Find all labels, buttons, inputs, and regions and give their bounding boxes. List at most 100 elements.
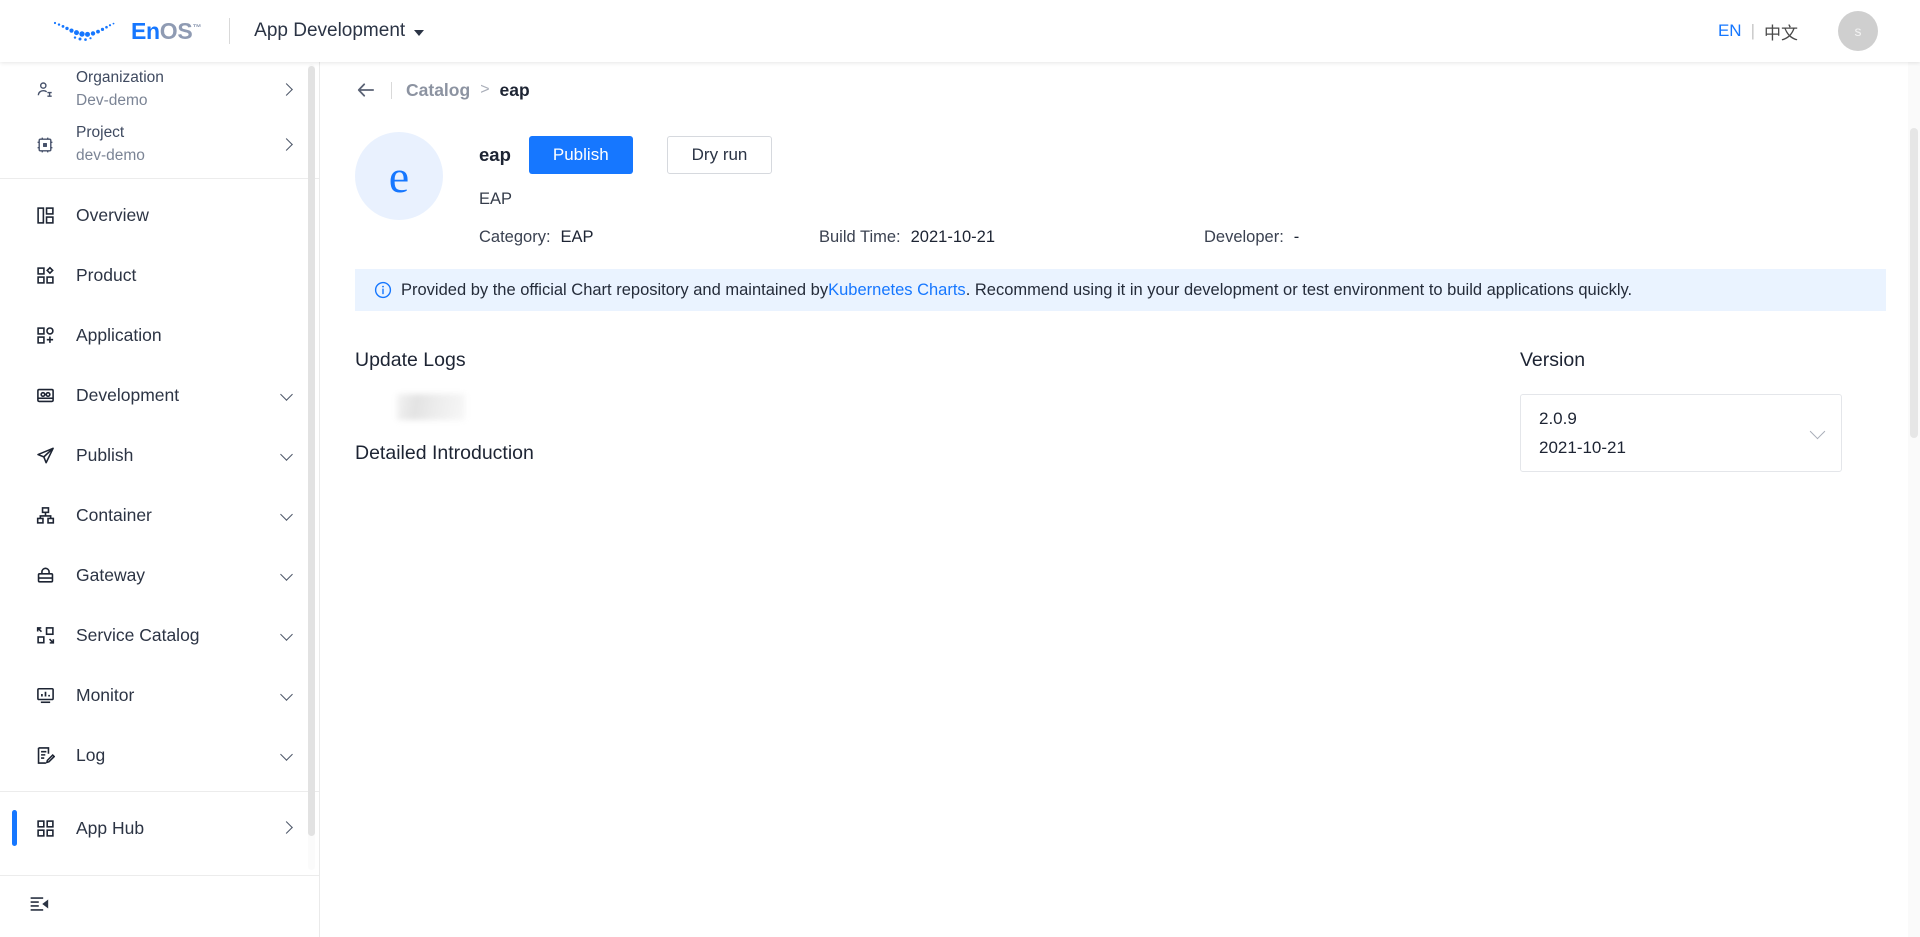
sidebar-item-overview[interactable]: Overview: [0, 185, 319, 245]
sidebar-label-container: Container: [76, 505, 152, 526]
notice-text-before: Provided by the official Chart repositor…: [401, 281, 828, 300]
monitor-icon: [34, 686, 56, 705]
overview-icon: [34, 206, 56, 225]
sidebar-label-application: Application: [76, 325, 162, 346]
lang-separator: |: [1751, 21, 1755, 41]
version-number: 2.0.9: [1539, 409, 1626, 429]
version-title: Version: [1520, 349, 1850, 372]
language-switcher: EN | 中文: [1718, 19, 1798, 44]
app-description: EAP: [479, 190, 1899, 209]
sidebar-divider: [0, 178, 319, 179]
notice-text-after: . Recommend using it in your development…: [966, 281, 1632, 300]
detailed-introduction-title: Detailed Introduction: [355, 442, 1495, 465]
publish-button[interactable]: Publish: [529, 136, 633, 174]
chevron-down-icon: [282, 566, 291, 584]
page-scrollbar-thumb[interactable]: [1910, 128, 1918, 438]
project-icon: [34, 135, 56, 155]
sidebar-item-app-hub[interactable]: App Hub: [0, 798, 319, 858]
chevron-down-icon: [282, 506, 291, 524]
avatar-initial: s: [1855, 23, 1862, 39]
sidebar-item-service-catalog[interactable]: Service Catalog: [0, 605, 319, 665]
sidebar-label-app-hub: App Hub: [76, 818, 144, 839]
project-text-block: Project dev-demo: [76, 123, 145, 167]
chevron-down-icon: [282, 686, 291, 704]
fact-category-label: Category:: [479, 228, 551, 247]
logo-text-en: En: [131, 18, 160, 44]
sidebar-label-log: Log: [76, 745, 105, 766]
application-icon: [34, 326, 56, 345]
breadcrumb-separator: >: [480, 81, 489, 99]
development-icon: [34, 386, 56, 405]
sidebar-label-development: Development: [76, 385, 179, 406]
sidebar-label-service-catalog: Service Catalog: [76, 625, 200, 646]
version-select[interactable]: 2.0.9 2021-10-21: [1520, 394, 1842, 472]
app-switcher-label: App Development: [254, 20, 405, 42]
breadcrumb-divider: [391, 82, 392, 99]
lang-en-option[interactable]: EN: [1718, 21, 1742, 41]
log-icon: [34, 746, 56, 765]
info-banner: Provided by the official Chart repositor…: [355, 269, 1886, 311]
kubernetes-charts-link[interactable]: Kubernetes Charts: [828, 281, 966, 300]
project-title: Project: [76, 123, 145, 144]
breadcrumb-parent-link[interactable]: Catalog: [406, 80, 470, 101]
caret-down-icon: [414, 30, 424, 36]
sidebar-item-development[interactable]: Development: [0, 365, 319, 425]
chevron-down-icon: [1810, 423, 1826, 439]
app-name: eap: [479, 144, 511, 166]
enos-logo[interactable]: EnOS™: [50, 18, 201, 45]
sidebar-label-publish: Publish: [76, 445, 133, 466]
sidebar-item-product[interactable]: Product: [0, 245, 319, 305]
collapse-sidebar-icon[interactable]: [28, 893, 50, 920]
sidebar-footer: [0, 875, 319, 937]
sidebar-item-project[interactable]: Project dev-demo: [0, 117, 319, 172]
chevron-right-icon: [282, 819, 291, 837]
app-facts-row: Category: EAP Build Time: 2021-10-21 Dev…: [479, 228, 1899, 247]
project-subtitle: dev-demo: [76, 146, 145, 167]
header-right-tools: EN | 中文 s: [1718, 11, 1878, 51]
app-switcher[interactable]: App Development: [254, 20, 424, 42]
container-icon: [34, 506, 56, 525]
user-avatar[interactable]: s: [1838, 11, 1878, 51]
update-logs-redacted-content: [397, 394, 465, 420]
organization-subtitle: Dev-demo: [76, 91, 164, 112]
fact-build-time: Build Time: 2021-10-21: [819, 228, 1204, 247]
sidebar-item-container[interactable]: Container: [0, 485, 319, 545]
sidebar-label-monitor: Monitor: [76, 685, 134, 706]
header-divider: [229, 18, 230, 44]
sidebar-scrollbar-thumb[interactable]: [308, 66, 315, 836]
sidebar-label-overview: Overview: [76, 205, 149, 226]
chevron-down-icon: [282, 386, 291, 404]
lang-zh-option[interactable]: 中文: [1764, 19, 1798, 44]
sidebar-item-publish[interactable]: Publish: [0, 425, 319, 485]
app-meta: eap Publish Dry run EAP Category: EAP Bu…: [479, 132, 1899, 247]
app-avatar-letter: e: [389, 150, 409, 203]
service-catalog-icon: [34, 626, 56, 645]
sidebar-item-application[interactable]: Application: [0, 305, 319, 365]
organization-text-block: Organization Dev-demo: [76, 68, 164, 112]
organization-title: Organization: [76, 68, 164, 89]
chevron-right-icon: [282, 81, 291, 99]
app-title-row: eap Publish Dry run: [479, 136, 1899, 174]
sidebar-item-log[interactable]: Log: [0, 725, 319, 785]
top-header: EnOS™ App Development EN | 中文 s: [0, 0, 1920, 62]
logo-text-os: OS: [160, 18, 193, 44]
info-circle-icon: [374, 281, 392, 299]
sidebar-item-gateway[interactable]: Gateway: [0, 545, 319, 605]
product-icon: [34, 266, 56, 285]
chevron-down-icon: [282, 446, 291, 464]
app-hub-icon: [34, 819, 56, 838]
sidebar-item-monitor[interactable]: Monitor: [0, 665, 319, 725]
chevron-right-icon: [282, 136, 291, 154]
logo-trademark: ™: [192, 22, 201, 32]
content-columns: Update Logs Detailed Introduction Versio…: [321, 349, 1920, 472]
dry-run-button[interactable]: Dry run: [667, 136, 773, 174]
fact-developer-label: Developer:: [1204, 228, 1284, 247]
fact-category: Category: EAP: [479, 228, 819, 247]
fact-build-time-label: Build Time:: [819, 228, 901, 247]
gateway-icon: [34, 566, 56, 585]
sidebar-item-organization[interactable]: Organization Dev-demo: [0, 62, 319, 117]
back-arrow-icon[interactable]: [355, 79, 377, 101]
enos-wordmark: EnOS™: [131, 18, 201, 45]
left-column: Update Logs Detailed Introduction: [355, 349, 1495, 472]
sidebar-divider-bottom: [0, 791, 319, 792]
